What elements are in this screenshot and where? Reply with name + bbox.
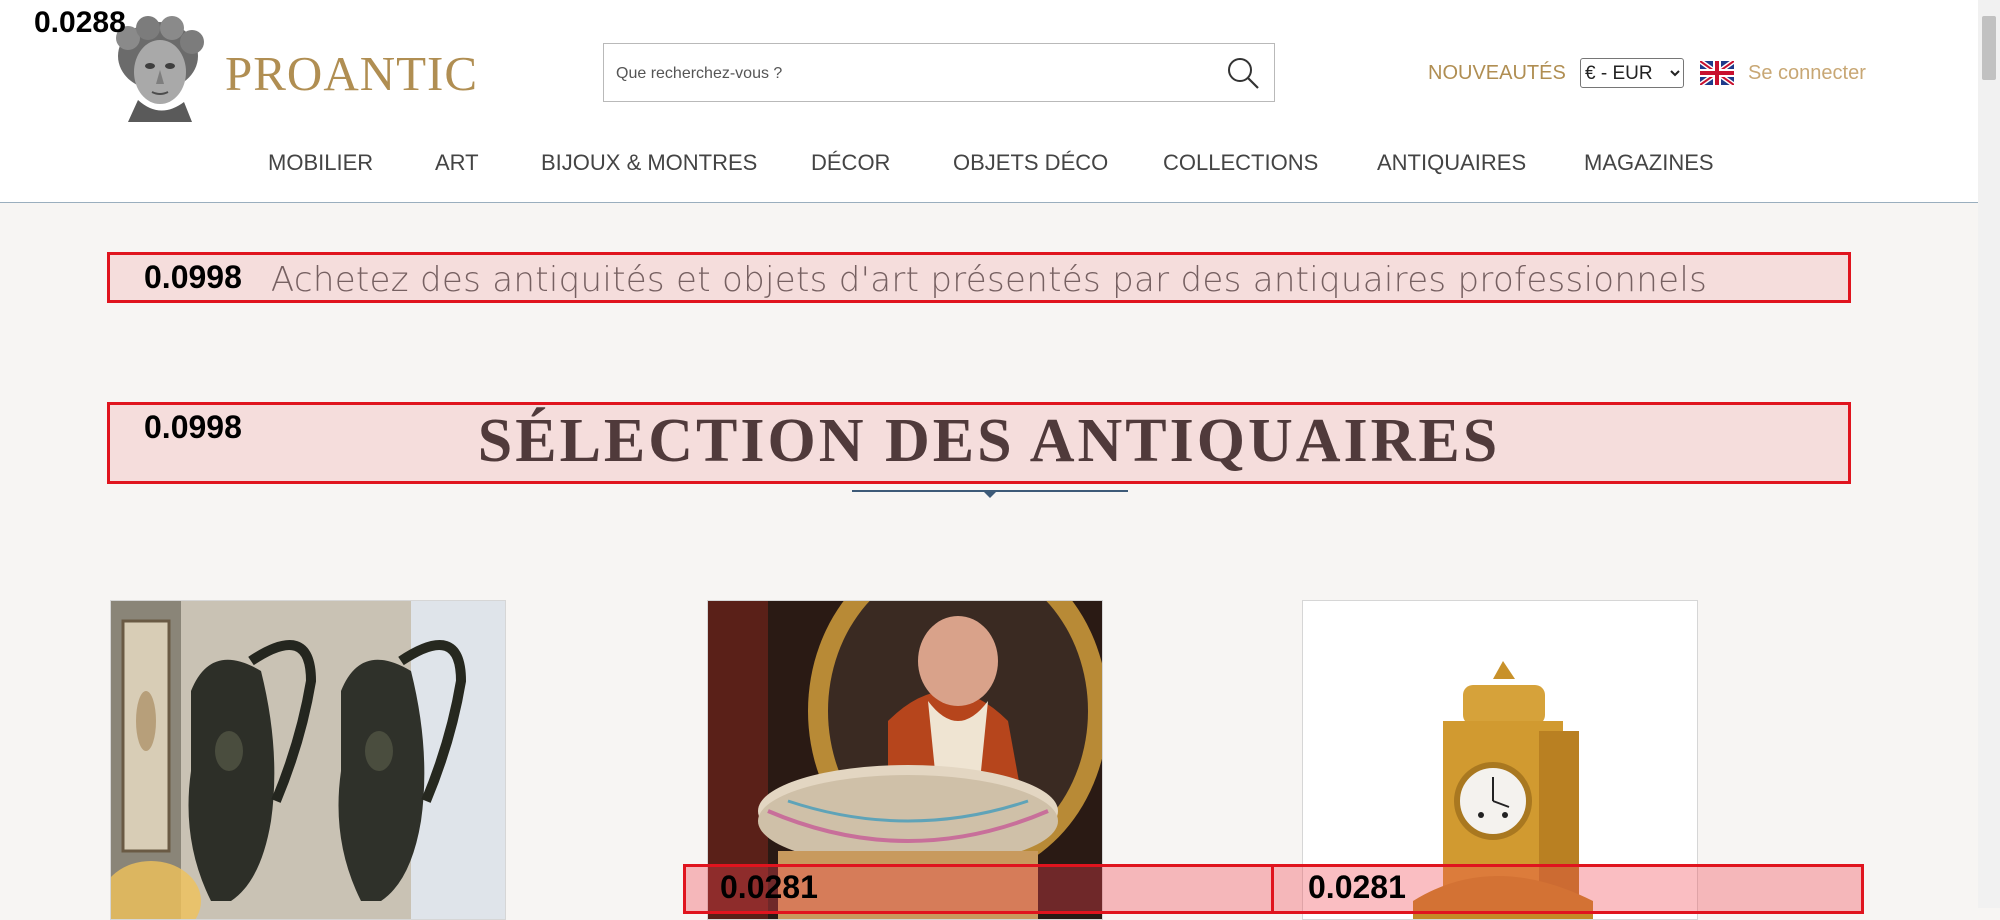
scrollbar-thumb[interactable]: [1982, 16, 1996, 80]
highlight-box-tagline: 0.0998: [107, 252, 1851, 303]
nav-item-magazines[interactable]: MAGAZINES: [1584, 148, 1714, 178]
brand-logo-text[interactable]: PROANTIC: [225, 46, 478, 102]
search-icon[interactable]: [1226, 56, 1260, 90]
site-header: PROANTIC NOUVEAUTÉS € - EUR Se connecter…: [0, 0, 1978, 203]
score-label: 0.0998: [144, 409, 242, 445]
uk-flag-icon[interactable]: [1700, 61, 1734, 85]
login-link[interactable]: Se connecter: [1748, 60, 1866, 86]
title-divider: [852, 490, 1128, 498]
score-label-top: 0.0288: [34, 6, 126, 39]
search-bar: [603, 43, 1275, 102]
score-label: 0.0281: [720, 869, 818, 905]
highlight-box-title: 0.0998: [107, 402, 1851, 484]
new-arrivals-link[interactable]: NOUVEAUTÉS: [1428, 60, 1566, 86]
nav-item-collections[interactable]: COLLECTIONS: [1163, 148, 1318, 178]
highlight-box-card-2: 0.0281: [683, 864, 1274, 914]
score-label: 0.0998: [144, 259, 242, 295]
main-nav: MOBILIER ART BIJOUX & MONTRES DÉCOR OBJE…: [0, 148, 1978, 178]
nav-item-bijoux-montres[interactable]: BIJOUX & MONTRES: [541, 148, 757, 178]
nav-item-decor[interactable]: DÉCOR: [811, 148, 890, 178]
currency-select[interactable]: € - EUR: [1580, 58, 1684, 88]
search-input[interactable]: [614, 56, 1198, 92]
highlight-box-card-3: 0.0281: [1271, 864, 1864, 914]
nav-item-art[interactable]: ART: [435, 148, 479, 178]
nav-item-mobilier[interactable]: MOBILIER: [268, 148, 373, 178]
nav-item-antiquaires[interactable]: ANTIQUAIRES: [1377, 148, 1526, 178]
product-card-ewers[interactable]: [110, 600, 506, 920]
product-image-ewers[interactable]: [111, 601, 506, 920]
score-label: 0.0281: [1308, 869, 1406, 905]
scrollbar[interactable]: [1978, 0, 2000, 908]
nav-item-objets-deco[interactable]: OBJETS DÉCO: [953, 148, 1108, 178]
